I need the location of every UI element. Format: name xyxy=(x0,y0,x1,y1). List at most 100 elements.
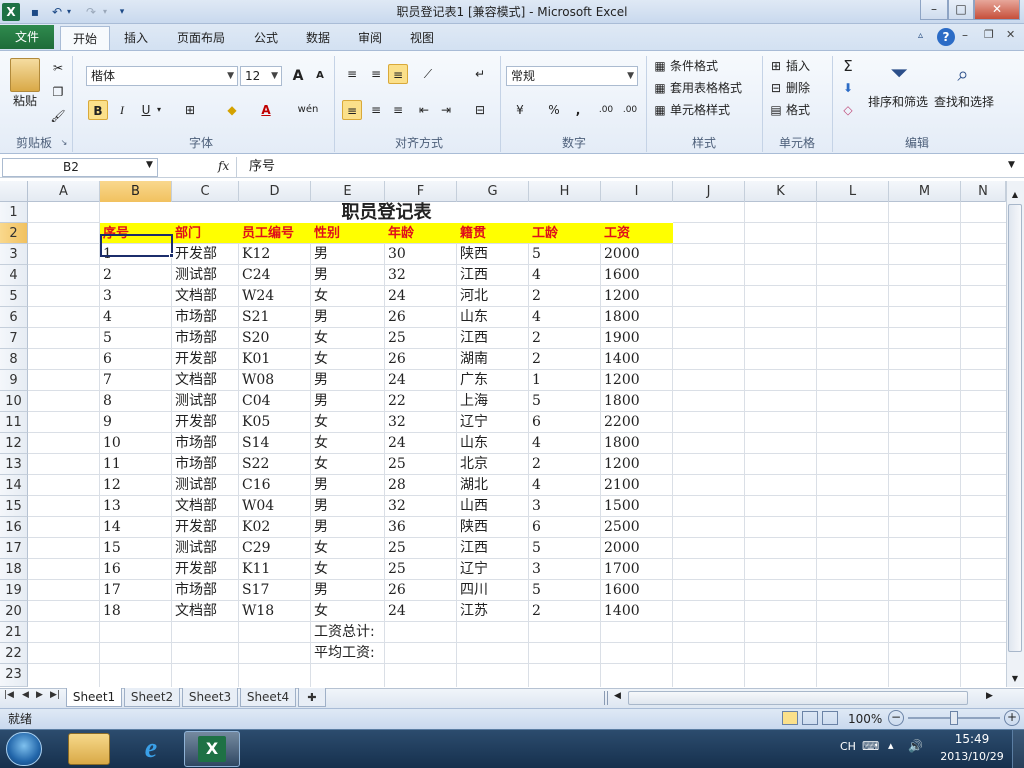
data-cell[interactable]: 2100 xyxy=(601,475,673,496)
data-cell[interactable]: 陕西 xyxy=(457,244,529,265)
data-cell[interactable]: 8 xyxy=(100,391,172,412)
data-cell[interactable]: 辽宁 xyxy=(457,559,529,580)
data-cell[interactable]: 32 xyxy=(385,496,457,517)
row-header-15[interactable]: 15 xyxy=(0,496,28,517)
data-cell[interactable]: 开发部 xyxy=(172,412,239,433)
data-cell[interactable]: 26 xyxy=(385,349,457,370)
clipboard-launcher-icon[interactable]: ↘ xyxy=(58,134,70,152)
column-header-c[interactable]: C xyxy=(172,181,239,202)
fill-icon[interactable]: ⬇ xyxy=(838,78,858,98)
data-cell[interactable]: C29 xyxy=(239,538,311,559)
expand-formula-bar-icon[interactable]: ▼ xyxy=(1008,160,1015,170)
data-cell[interactable]: 文档部 xyxy=(172,370,239,391)
sheet-tab-2[interactable]: Sheet2 xyxy=(124,688,180,707)
data-cell[interactable]: 女 xyxy=(311,412,385,433)
data-cell[interactable]: 6 xyxy=(100,349,172,370)
data-cell[interactable]: 测试部 xyxy=(172,265,239,286)
italic-button[interactable]: I xyxy=(112,100,132,120)
row-header-22[interactable]: 22 xyxy=(0,643,28,664)
data-cell[interactable]: 18 xyxy=(100,601,172,622)
doc-close-icon[interactable]: ✕ xyxy=(1006,28,1020,41)
select-all-corner[interactable] xyxy=(0,181,28,202)
data-cell[interactable]: 2 xyxy=(100,265,172,286)
data-cell[interactable]: 辽宁 xyxy=(457,412,529,433)
data-cell[interactable]: 文档部 xyxy=(172,286,239,307)
data-cell[interactable]: 江西 xyxy=(457,265,529,286)
align-middle-icon[interactable]: ≡ xyxy=(366,64,386,84)
data-cell[interactable]: 江西 xyxy=(457,328,529,349)
column-header-f[interactable]: F xyxy=(385,181,457,202)
data-cell[interactable]: W18 xyxy=(239,601,311,622)
header-cell[interactable]: 籍贯 xyxy=(457,223,529,244)
file-explorer-icon[interactable] xyxy=(68,733,110,765)
align-right-icon[interactable]: ≡ xyxy=(388,100,408,120)
data-cell[interactable]: 女 xyxy=(311,538,385,559)
data-cell[interactable]: 市场部 xyxy=(172,580,239,601)
data-cell[interactable]: 24 xyxy=(385,370,457,391)
tab-page-layout[interactable]: 页面布局 xyxy=(168,26,234,50)
column-header-g[interactable]: G xyxy=(457,181,529,202)
row-header-12[interactable]: 12 xyxy=(0,433,28,454)
paste-button[interactable]: 粘贴 xyxy=(10,92,40,110)
data-cell[interactable]: C24 xyxy=(239,265,311,286)
row-header-10[interactable]: 10 xyxy=(0,391,28,412)
data-cell[interactable]: 6 xyxy=(529,517,601,538)
data-cell[interactable]: 开发部 xyxy=(172,559,239,580)
data-cell[interactable]: 4 xyxy=(529,265,601,286)
data-cell[interactable]: 3 xyxy=(100,286,172,307)
data-cell[interactable]: 文档部 xyxy=(172,601,239,622)
data-cell[interactable]: 24 xyxy=(385,433,457,454)
data-cell[interactable]: K12 xyxy=(239,244,311,265)
scroll-down-icon[interactable]: ▼ xyxy=(1008,674,1022,686)
data-cell[interactable]: 测试部 xyxy=(172,538,239,559)
data-cell[interactable]: 开发部 xyxy=(172,517,239,538)
data-cell[interactable]: 25 xyxy=(385,454,457,475)
scroll-right-icon[interactable]: ▶ xyxy=(986,691,993,701)
grow-font-button[interactable]: A xyxy=(288,66,308,86)
tab-formulas[interactable]: 公式 xyxy=(244,26,288,50)
data-cell[interactable]: 1200 xyxy=(601,454,673,475)
fill-handle[interactable] xyxy=(169,253,174,258)
data-cell[interactable]: 3 xyxy=(529,496,601,517)
data-cell[interactable]: 1200 xyxy=(601,370,673,391)
header-cell[interactable]: 年龄 xyxy=(385,223,457,244)
data-cell[interactable]: C16 xyxy=(239,475,311,496)
data-cell[interactable]: 广东 xyxy=(457,370,529,391)
column-header-i[interactable]: I xyxy=(601,181,673,202)
data-cell[interactable]: 1800 xyxy=(601,433,673,454)
data-cell[interactable]: S17 xyxy=(239,580,311,601)
format-cells-icon[interactable]: ▤ xyxy=(768,100,784,120)
data-cell[interactable]: 1600 xyxy=(601,580,673,601)
data-cell[interactable]: 江西 xyxy=(457,538,529,559)
data-cell[interactable]: 市场部 xyxy=(172,433,239,454)
sort-filter-button[interactable]: 排序和筛选 xyxy=(868,93,928,111)
sheet-title[interactable]: 职员登记表 xyxy=(100,202,673,223)
data-cell[interactable]: K02 xyxy=(239,517,311,538)
clear-icon[interactable]: ◇ xyxy=(838,100,858,120)
data-cell[interactable]: 17 xyxy=(100,580,172,601)
data-cell[interactable]: 山西 xyxy=(457,496,529,517)
data-cell[interactable]: S22 xyxy=(239,454,311,475)
data-cell[interactable]: 测试部 xyxy=(172,391,239,412)
collapse-ribbon-icon[interactable]: ▵ xyxy=(918,30,932,44)
format-painter-icon[interactable]: 🖌 xyxy=(48,106,68,126)
zoom-in-icon[interactable]: + xyxy=(1004,710,1020,726)
sheet-nav-next-icon[interactable]: ▶ xyxy=(36,690,43,700)
data-cell[interactable]: 开发部 xyxy=(172,349,239,370)
clock-date[interactable]: 2013/10/29 xyxy=(936,750,1008,763)
align-left-icon[interactable]: ≡ xyxy=(342,100,362,120)
data-cell[interactable]: 男 xyxy=(311,370,385,391)
data-cell[interactable]: 4 xyxy=(529,475,601,496)
orientation-icon[interactable]: ⟋ xyxy=(418,64,438,84)
cell-styles-button[interactable]: 单元格样式 xyxy=(670,101,730,119)
data-cell[interactable]: 10 xyxy=(100,433,172,454)
zoom-level[interactable]: 100% xyxy=(848,710,882,728)
total-salary-label[interactable]: 工资总计: xyxy=(311,622,385,643)
font-name-combo[interactable]: 楷体 ▼ xyxy=(86,66,238,86)
header-cell[interactable]: 员工编号 xyxy=(239,223,311,244)
data-cell[interactable]: W04 xyxy=(239,496,311,517)
find-select-icon[interactable]: ⌕ xyxy=(948,58,978,90)
data-cell[interactable]: 江苏 xyxy=(457,601,529,622)
save-icon[interactable]: ▪ xyxy=(26,3,44,21)
sheet-tab-1[interactable]: Sheet1 xyxy=(66,688,122,707)
